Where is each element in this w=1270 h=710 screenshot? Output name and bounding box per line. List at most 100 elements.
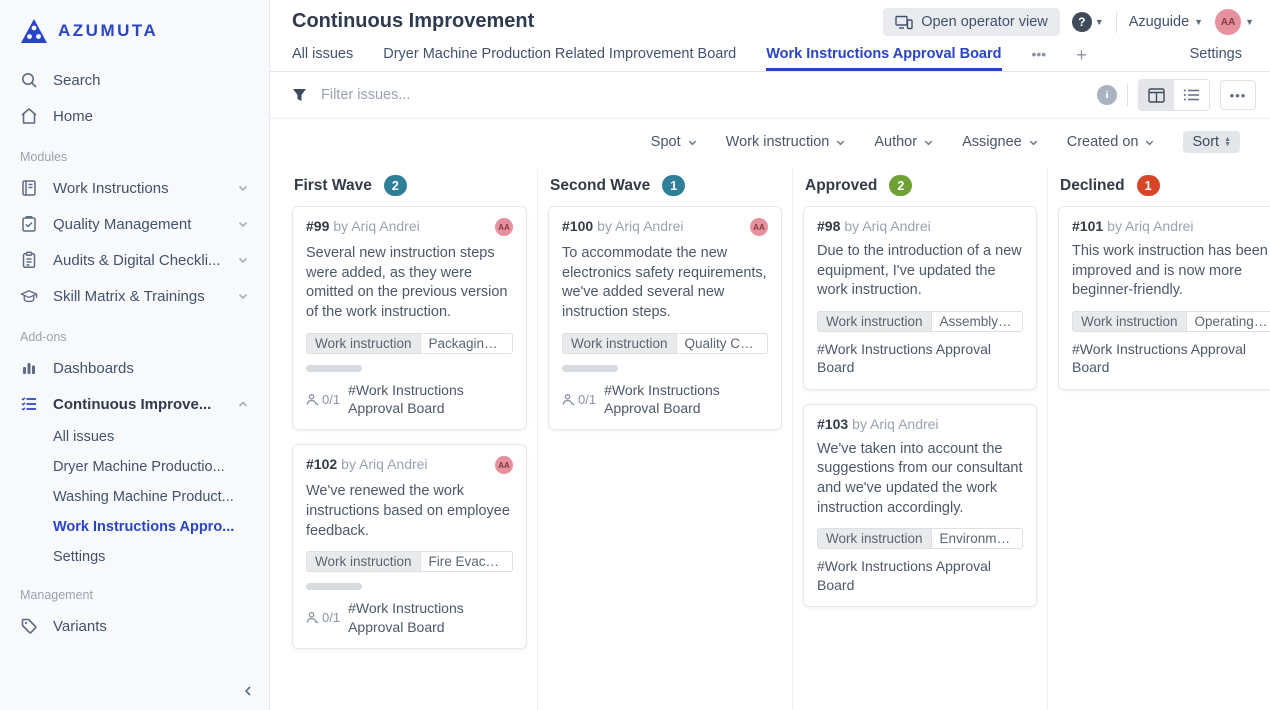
add-tab-button[interactable]: + [1076,48,1087,71]
work-instruction-tag[interactable]: Work instruction Quality Control... [562,333,768,354]
filter-menus-row: Spot Work instruction Author Assignee Cr… [270,119,1270,161]
sidebar-ci-sublist: All issues Dryer Machine Productio... Wa… [0,422,269,572]
sidebar-module-item[interactable]: Quality Management [0,206,269,242]
chevron-down-icon [835,137,846,148]
tag-value-label: Environmental ... [931,529,1022,548]
board-more-button[interactable]: ••• [1220,80,1256,110]
sidebar-ci-subitem[interactable]: Washing Machine Product... [0,482,269,512]
filter-menu-label: Assignee [962,134,1022,150]
board-tabs: All issues Dryer Machine Production Rela… [270,36,1270,72]
user-menu[interactable]: AA ▼ [1215,9,1254,35]
tab-all-issues[interactable]: All issues [292,46,353,71]
list-check-icon [20,395,38,413]
issue-card[interactable]: #102 by Ariq Andrei AA We've renewed the… [292,444,527,649]
open-operator-view-button[interactable]: Open operator view [883,8,1060,36]
sidebar-collapse-button[interactable] [237,680,259,702]
clipboard-check-icon [20,215,38,233]
sidebar-ci-subitem[interactable]: Settings [0,542,269,572]
column-count-badge: 1 [1137,175,1160,196]
sidebar-item-variants[interactable]: Variants [0,608,269,644]
sidebar-module-item[interactable]: Work Instructions [0,170,269,206]
chevron-down-icon [687,137,698,148]
card-header: #98 by Ariq Andrei [817,218,1023,234]
issue-card[interactable]: #103 by Ariq Andrei We've taken into acc… [803,404,1037,607]
board-view-button[interactable] [1139,80,1174,110]
card-footer: 0/1 #Work Instructions Approval Board [306,381,513,417]
sidebar-ci-subitem[interactable]: Work Instructions Appro... [0,512,269,542]
column-cards: #100 by Ariq Andrei AA To accommodate th… [548,206,782,430]
filter-menu-label: Author [874,134,917,150]
work-instruction-tag[interactable]: Work instruction Operating a Fo... [1072,311,1270,332]
sidebar-modules-list: Work Instructions Quality Management Aud… [0,170,269,314]
chevron-down-icon[interactable] [237,218,249,230]
chevron-down-icon[interactable] [237,254,249,266]
sidebar-item-continuous-improvement[interactable]: Continuous Improve... [0,386,269,422]
info-icon[interactable]: i [1097,85,1117,105]
work-instruction-tag[interactable]: Work instruction Fire Evacuation Tr... [306,551,513,572]
column-count-badge: 1 [662,175,685,196]
card-avatar: AA [495,456,513,474]
issue-card[interactable]: #100 by Ariq Andrei AA To accommodate th… [548,206,782,430]
filter-menu[interactable]: Spot [651,134,698,150]
card-description: Several new instruction steps were added… [306,244,513,323]
issue-card[interactable]: #101 by Ariq Andrei This work instructio… [1058,206,1270,390]
filter-bar-controls: i ••• [1097,79,1256,111]
sidebar-module-item[interactable]: Audits & Digital Checkli... [0,242,269,278]
card-header: #99 by Ariq Andrei AA [306,218,513,236]
card-description: To accommodate the new electronics safet… [562,244,768,323]
card-header: #100 by Ariq Andrei AA [562,218,768,236]
card-assignee-count: 0/1 [322,610,340,625]
sidebar-item-search[interactable]: Search [0,62,269,98]
tabs-more-button[interactable]: ••• [1032,46,1047,71]
board-column: Approved 2 #98 by Ariq Andrei Due to the… [792,169,1047,710]
sidebar-item-home[interactable]: Home [0,98,269,134]
tag-value-label: Assembly Proc... [931,312,1022,331]
avatar: AA [1215,9,1241,35]
issue-card[interactable]: #99 by Ariq Andrei AA Several new instru… [292,206,527,430]
tag-type-label: Work instruction [1073,312,1186,331]
tab-work-instructions-approval-board[interactable]: Work Instructions Approval Board [766,46,1001,71]
filter-menu[interactable]: Author [874,134,934,150]
list-view-button[interactable] [1174,80,1209,110]
azumuta-logo-icon [20,18,48,44]
tab-dryer-board[interactable]: Dryer Machine Production Related Improve… [383,46,736,71]
sidebar-module-item[interactable]: Skill Matrix & Trainings [0,278,269,314]
app-window: AZUMUTA Search Home Modules Work Instruc… [0,0,1270,710]
brand-logo[interactable]: AZUMUTA [0,14,269,62]
sidebar-item-label: Search [53,72,101,89]
sidebar-item-dashboards[interactable]: Dashboards [0,350,269,386]
card-description: Due to the introduction of a new equipme… [817,242,1023,301]
sidebar-ci-subitem[interactable]: Dryer Machine Productio... [0,452,269,482]
book-icon [20,179,38,197]
sidebar-ci-subitem[interactable]: All issues [0,422,269,452]
bar-chart-icon [20,359,38,377]
chevron-up-icon[interactable] [237,398,249,410]
sidebar-item-label: Variants [53,618,107,635]
main-content: Continuous Improvement Open operator vie… [270,0,1270,710]
tag-type-label: Work instruction [563,334,676,353]
brand-name: AZUMUTA [58,21,158,41]
azuguide-menu[interactable]: Azuguide ▼ [1129,14,1203,30]
chevron-down-icon[interactable] [237,182,249,194]
work-instruction-tag[interactable]: Work instruction Packaging the Wa... [306,333,513,354]
work-instruction-tag[interactable]: Work instruction Assembly Proc... [817,311,1023,332]
filter-menu[interactable]: Work instruction [726,134,847,150]
filter-issues-input[interactable] [321,87,1097,103]
issue-card[interactable]: #98 by Ariq Andrei Due to the introducti… [803,206,1037,390]
filter-menu[interactable]: Assignee [962,134,1039,150]
tag-type-label: Work instruction [307,552,420,571]
filter-menu-label: Work instruction [726,134,830,150]
page-title: Continuous Improvement [292,8,534,33]
help-menu[interactable]: ? ▼ [1072,12,1104,32]
sort-button[interactable]: Sort ▲▼ [1183,131,1240,153]
filter-menu[interactable]: Created on [1067,134,1156,150]
card-assignee-count: 0/1 [322,392,340,407]
card-progress-bar [306,365,362,372]
work-instruction-tag[interactable]: Work instruction Environmental ... [817,528,1023,549]
assignee-person-icon [306,393,319,406]
tag-type-label: Work instruction [307,334,420,353]
chevron-down-icon [923,137,934,148]
card-author: by Ariq Andrei [341,456,427,472]
tab-settings[interactable]: Settings [1190,46,1242,71]
chevron-down-icon[interactable] [237,290,249,302]
